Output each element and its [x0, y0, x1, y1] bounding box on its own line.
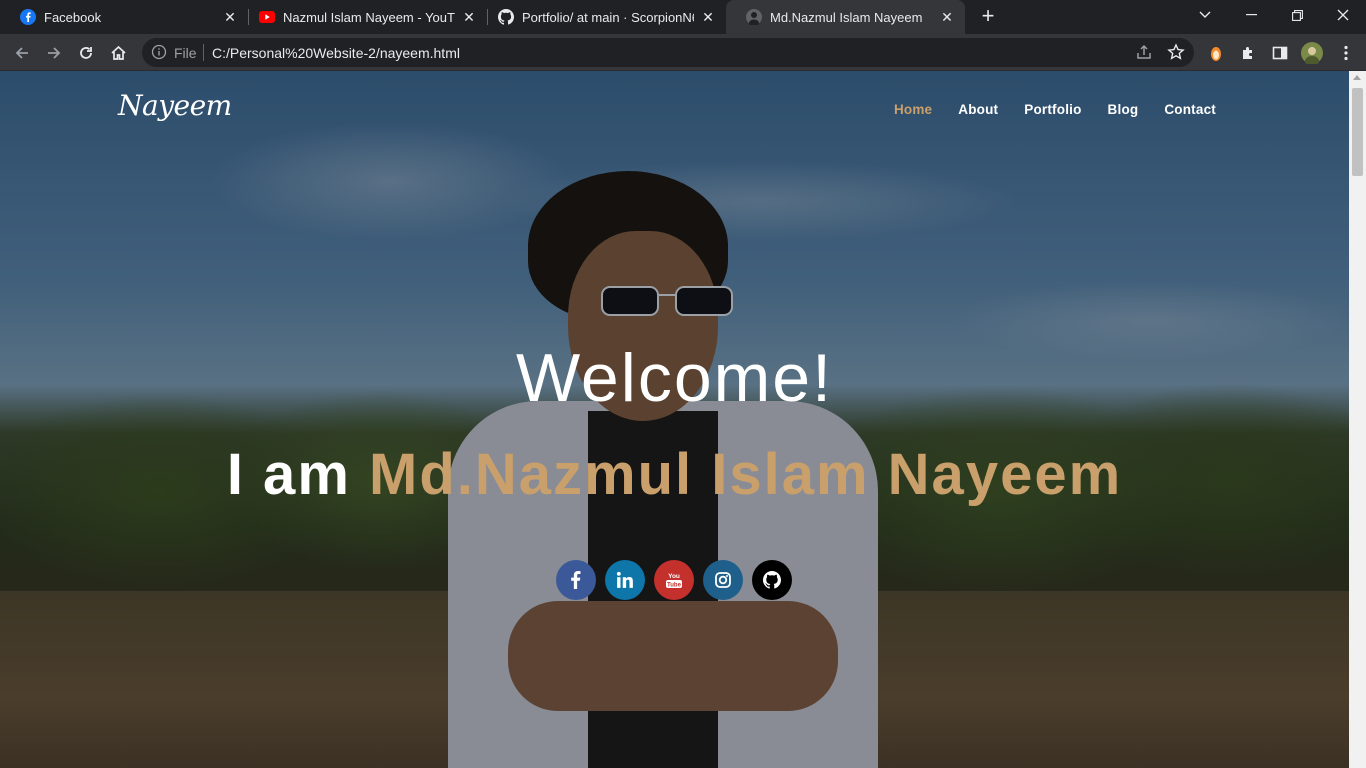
- tab-facebook[interactable]: Facebook ✕: [0, 0, 248, 34]
- nav-contact[interactable]: Contact: [1164, 102, 1216, 117]
- close-window-button[interactable]: [1320, 0, 1366, 30]
- instagram-link[interactable]: [703, 560, 743, 600]
- restore-icon: [1291, 9, 1303, 21]
- side-panel-icon: [1272, 46, 1288, 60]
- site-logo[interactable]: Nayeem: [118, 89, 232, 122]
- portrait-crossed-arms: [508, 601, 838, 711]
- chevron-down-icon: [1199, 11, 1211, 18]
- close-tab-icon[interactable]: ✕: [461, 9, 477, 25]
- profile-button[interactable]: [1298, 39, 1326, 67]
- avatar: [1301, 42, 1323, 64]
- back-button[interactable]: [8, 39, 36, 67]
- github-link[interactable]: [752, 560, 792, 600]
- tab-youtube[interactable]: Nazmul Islam Nayeem - YouTube ✕: [239, 0, 487, 34]
- home-button[interactable]: [104, 39, 132, 67]
- github-icon: [498, 9, 514, 25]
- scroll-up-arrow-icon[interactable]: [1353, 75, 1361, 80]
- puzzle-icon: [1243, 47, 1252, 59]
- scrollbar-thumb[interactable]: [1352, 88, 1363, 176]
- home-icon: [110, 45, 126, 60]
- omnibox-divider: [203, 44, 204, 61]
- close-icon: [1337, 9, 1349, 21]
- nav-about[interactable]: About: [958, 102, 998, 117]
- tab-title: Portfolio/ at main · ScorpionN69/: [522, 9, 694, 25]
- instagram-icon: [715, 572, 731, 588]
- close-tab-icon[interactable]: ✕: [700, 9, 716, 25]
- more-vertical-icon: [1344, 45, 1348, 61]
- linkedin-icon: [616, 571, 633, 588]
- new-tab-button[interactable]: +: [976, 5, 1000, 29]
- close-tab-icon[interactable]: ✕: [939, 9, 955, 25]
- tab-active-portfolio[interactable]: Md.Nazmul Islam Nayeem ✕: [726, 0, 965, 34]
- tab-title: Md.Nazmul Islam Nayeem: [770, 9, 923, 25]
- youtube-icon: You Tube: [666, 573, 682, 589]
- close-tab-icon[interactable]: ✕: [222, 9, 238, 25]
- hero-intro: I am Md.Nazmul Islam Nayeem: [0, 441, 1349, 508]
- hero-intro-prefix: I am: [226, 442, 351, 507]
- tab-github[interactable]: Portfolio/ at main · ScorpionN69/ ✕: [478, 0, 726, 34]
- url-text[interactable]: C:/Personal%20Website-2/nayeem.html: [212, 45, 460, 61]
- side-panel-button[interactable]: [1266, 39, 1294, 67]
- svg-text:You: You: [668, 573, 680, 580]
- hero-name: Md.Nazmul Islam Nayeem: [369, 442, 1123, 507]
- github-icon: [763, 571, 781, 589]
- reload-icon: [80, 47, 92, 59]
- reload-button[interactable]: [72, 39, 100, 67]
- tab-strip: Facebook ✕ Nazmul Islam Nayeem - YouTube…: [0, 0, 1366, 34]
- arrow-right-icon: [48, 47, 61, 59]
- hero-welcome: Welcome!: [515, 340, 834, 416]
- nav-portfolio[interactable]: Portfolio: [1024, 102, 1081, 117]
- page-viewport: Nayeem Home About Portfolio Blog Contact…: [0, 71, 1366, 768]
- youtube-icon: [259, 9, 275, 25]
- site-nav: Home About Portfolio Blog Contact: [894, 102, 1216, 117]
- bookmark-star-icon[interactable]: [1167, 43, 1185, 61]
- facebook-icon: [571, 571, 581, 589]
- youtube-link[interactable]: You Tube: [654, 560, 694, 600]
- address-bar[interactable]: File C:/Personal%20Website-2/nayeem.html: [142, 38, 1194, 67]
- svg-text:Tube: Tube: [667, 583, 682, 589]
- menu-button[interactable]: [1332, 39, 1360, 67]
- arrow-left-icon: [15, 47, 28, 59]
- facebook-icon: [20, 9, 36, 25]
- tab-title: Nazmul Islam Nayeem - YouTube: [283, 9, 455, 25]
- extension-button[interactable]: [1202, 39, 1230, 67]
- facebook-link[interactable]: [556, 560, 596, 600]
- hero-section: Nayeem Home About Portfolio Blog Contact…: [0, 71, 1349, 768]
- nav-home[interactable]: Home: [894, 102, 932, 117]
- browser-toolbar: File C:/Personal%20Website-2/nayeem.html: [0, 34, 1366, 71]
- nav-blog[interactable]: Blog: [1108, 102, 1139, 117]
- restore-button[interactable]: [1274, 0, 1320, 30]
- minimize-button[interactable]: [1228, 0, 1274, 30]
- social-links: You Tube: [556, 560, 792, 600]
- tab-search-button[interactable]: [1182, 0, 1228, 30]
- extension-flame-icon: [1211, 47, 1221, 61]
- minimize-icon: [1245, 14, 1257, 16]
- sunglasses-icon: [601, 286, 733, 316]
- page-scrollbar[interactable]: [1349, 71, 1366, 768]
- extensions-button[interactable]: [1234, 39, 1262, 67]
- info-icon[interactable]: [151, 44, 167, 60]
- share-icon[interactable]: [1135, 43, 1153, 61]
- tab-title: Facebook: [44, 9, 102, 25]
- forward-button[interactable]: [40, 39, 68, 67]
- linkedin-link[interactable]: [605, 560, 645, 600]
- avatar-icon: [746, 9, 762, 25]
- scheme-label: File: [174, 45, 197, 61]
